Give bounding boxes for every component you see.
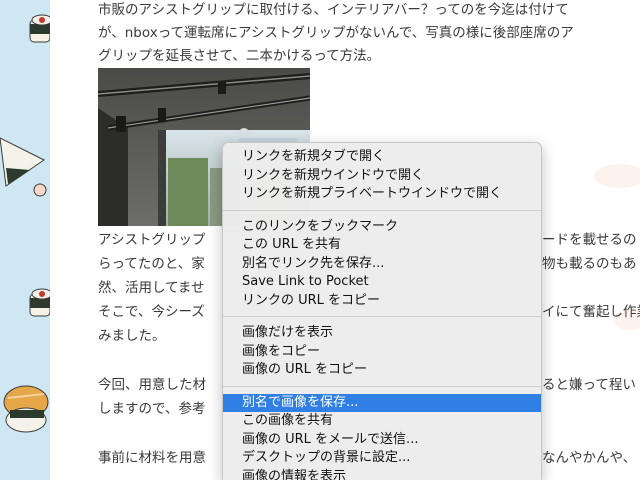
article-line: 物も載るのもあ — [542, 256, 637, 272]
article-line: アシストグリップ — [98, 232, 206, 248]
context-menu-item[interactable]: この URL を共有 — [223, 236, 541, 255]
article-line: みました。 — [98, 328, 166, 344]
context-menu-item[interactable]: リンクを新規プライベートウインドウで開く — [223, 185, 541, 204]
context-menu-item-highlighted[interactable]: 別名で画像を保存... — [223, 393, 541, 412]
article-line: なんやかんや、 — [542, 450, 637, 466]
context-menu-item[interactable]: デスクトップの背景に設定... — [223, 449, 541, 468]
context-menu-item[interactable]: リンクを新規タブで開く — [223, 148, 541, 167]
context-menu-item[interactable]: リンクを新規ウインドウで開く — [223, 167, 541, 186]
article-line: グリップを延長させて、二本かけるって方法。 — [98, 48, 381, 64]
context-menu-item[interactable]: この画像を共有 — [223, 412, 541, 431]
article-line: ードを載せるの — [542, 232, 637, 248]
menu-separator — [223, 385, 541, 387]
article-line: しますので、参考 — [98, 401, 206, 417]
article-line: らってたのと、家 — [98, 256, 205, 272]
article-line: 事前に材料を用意 — [98, 450, 206, 466]
menu-separator — [223, 316, 541, 317]
context-menu-item[interactable]: 別名でリンク先を保存... — [223, 255, 541, 274]
article-line: イにて奮起し作業 — [542, 304, 640, 320]
article-line: 然、活用してませ — [98, 280, 205, 296]
article-line: ると嫌って程い — [542, 377, 636, 393]
sushi-wallpaper-strip — [0, 0, 50, 480]
context-menu-item[interactable]: 画像の URL をコピー — [223, 361, 541, 380]
context-menu-item[interactable]: Save Link to Pocket — [223, 273, 541, 292]
article-line: 今回、用意した材 — [98, 377, 206, 393]
article-line: そこで、今シーズ — [98, 304, 205, 320]
context-menu-item[interactable]: このリンクをブックマーク — [223, 218, 541, 237]
article-line: が、nboxって運転席にアシストグリップがないんで、写真の様に後部座席のア — [98, 25, 574, 41]
context-menu-item[interactable]: 画像の情報を表示 — [223, 468, 541, 480]
menu-separator — [223, 209, 541, 211]
context-menu[interactable]: リンクを新規タブで開く リンクを新規ウインドウで開く リンクを新規プライベートウイン… — [222, 142, 542, 480]
context-menu-item[interactable]: 画像の URL をメールで送信... — [223, 431, 541, 450]
context-menu-item[interactable]: 画像をコピー — [223, 343, 541, 362]
article-line: 市販のアシストグリップに取付ける、インテリアバー？ってのを今迄は付けて — [98, 2, 569, 18]
context-menu-item[interactable]: 画像だけを表示 — [223, 324, 541, 343]
sushi-pattern-icon — [0, 14, 50, 433]
context-menu-item[interactable]: リンクの URL をコピー — [223, 292, 541, 311]
